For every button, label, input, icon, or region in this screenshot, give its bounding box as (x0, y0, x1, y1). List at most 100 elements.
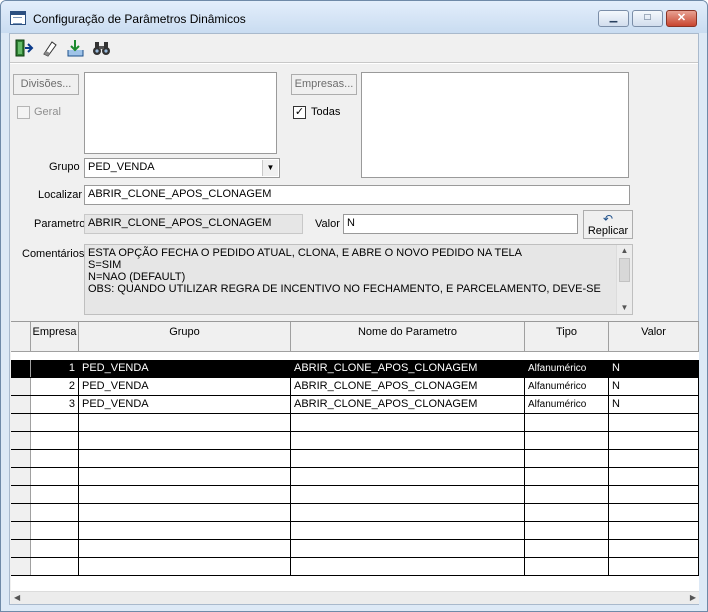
table-cell[interactable] (609, 540, 699, 557)
table-cell[interactable] (79, 522, 291, 539)
valor-input[interactable]: N (343, 214, 578, 234)
search-button[interactable] (90, 37, 113, 59)
table-cell[interactable] (79, 450, 291, 467)
empresas-button[interactable]: Empresas... (291, 74, 357, 95)
table-cell[interactable] (31, 414, 79, 431)
localizar-input[interactable]: ABRIR_CLONE_APOS_CLONAGEM (84, 185, 630, 205)
table-cell[interactable]: ABRIR_CLONE_APOS_CLONAGEM (291, 378, 525, 395)
scroll-up-icon[interactable]: ▲ (617, 245, 632, 257)
table-cell[interactable] (609, 450, 699, 467)
table-cell[interactable]: Alfanumérico (525, 360, 609, 377)
table-row-empty[interactable] (11, 522, 699, 540)
table-cell[interactable] (609, 414, 699, 431)
column-header-grupo[interactable]: Grupo (79, 322, 291, 352)
table-cell[interactable] (31, 432, 79, 449)
table-cell[interactable] (525, 486, 609, 503)
comentarios-scrollbar[interactable]: ▲ ▼ (616, 245, 632, 314)
table-cell[interactable] (609, 504, 699, 521)
table-cell[interactable] (31, 450, 79, 467)
grid-horizontal-scrollbar[interactable]: ◀ ▶ (11, 591, 699, 604)
table-row[interactable]: 3 PED_VENDA ABRIR_CLONE_APOS_CLONAGEM Alfan… (11, 396, 699, 414)
table-row-empty[interactable] (11, 540, 699, 558)
todas-checkbox[interactable]: ✓ (293, 106, 306, 119)
minimize-button[interactable]: ▁ (598, 10, 629, 27)
table-cell[interactable] (525, 450, 609, 467)
table-cell[interactable]: PED_VENDA (79, 378, 291, 395)
chevron-down-icon[interactable]: ▼ (262, 160, 278, 176)
table-cell[interactable] (31, 468, 79, 485)
table-cell[interactable] (291, 432, 525, 449)
table-cell[interactable] (79, 468, 291, 485)
close-button[interactable]: ✕ (666, 10, 697, 27)
table-row-empty[interactable] (11, 414, 699, 432)
table-cell[interactable] (525, 504, 609, 521)
table-cell[interactable] (291, 540, 525, 557)
table-row[interactable]: 2 PED_VENDA ABRIR_CLONE_APOS_CLONAGEM Alfan… (11, 378, 699, 396)
divisoes-list[interactable] (84, 72, 277, 154)
table-cell[interactable] (79, 486, 291, 503)
table-row-empty[interactable] (11, 468, 699, 486)
column-header-nome-parametro[interactable]: Nome do Parametro (291, 322, 525, 352)
table-cell[interactable] (79, 540, 291, 557)
table-cell[interactable] (31, 486, 79, 503)
table-cell[interactable] (291, 468, 525, 485)
table-cell[interactable] (609, 486, 699, 503)
table-cell[interactable]: Alfanumérico (525, 378, 609, 395)
table-cell[interactable] (31, 504, 79, 521)
table-cell[interactable] (31, 540, 79, 557)
table-cell[interactable] (609, 522, 699, 539)
table-cell[interactable] (525, 432, 609, 449)
table-cell[interactable]: N (609, 396, 699, 413)
table-cell[interactable] (291, 486, 525, 503)
table-cell[interactable] (79, 504, 291, 521)
save-button[interactable] (64, 37, 87, 59)
table-row-empty[interactable] (11, 450, 699, 468)
scroll-down-icon[interactable]: ▼ (617, 302, 632, 314)
table-row-empty[interactable] (11, 558, 699, 576)
table-cell[interactable] (525, 558, 609, 575)
table-cell[interactable] (79, 558, 291, 575)
table-cell[interactable]: PED_VENDA (79, 360, 291, 377)
scroll-thumb[interactable] (619, 258, 630, 282)
clear-button[interactable] (38, 37, 61, 59)
empresas-list[interactable] (361, 72, 629, 178)
table-cell[interactable]: ABRIR_CLONE_APOS_CLONAGEM (291, 360, 525, 377)
column-header-tipo[interactable]: Tipo (525, 322, 609, 352)
scroll-right-icon[interactable]: ▶ (690, 592, 696, 604)
scroll-left-icon[interactable]: ◀ (14, 592, 20, 604)
maximize-button[interactable]: □ (632, 10, 663, 27)
column-header-valor[interactable]: Valor (609, 322, 699, 352)
table-cell[interactable] (291, 558, 525, 575)
table-cell[interactable] (525, 522, 609, 539)
table-cell[interactable]: N (609, 378, 699, 395)
table-cell[interactable] (291, 414, 525, 431)
replicar-button[interactable]: ↶ Replicar (583, 210, 633, 239)
title-bar[interactable]: Configuração de Parâmetros Dinâmicos ▁ □… (1, 1, 707, 33)
table-cell[interactable]: 1 (31, 360, 79, 377)
table-cell[interactable] (525, 468, 609, 485)
table-cell[interactable] (79, 432, 291, 449)
table-cell[interactable] (525, 414, 609, 431)
table-row-empty[interactable] (11, 504, 699, 522)
table-row-empty[interactable] (11, 432, 699, 450)
table-cell[interactable]: ABRIR_CLONE_APOS_CLONAGEM (291, 396, 525, 413)
table-cell[interactable] (291, 450, 525, 467)
table-cell[interactable] (31, 558, 79, 575)
table-cell[interactable] (31, 522, 79, 539)
table-cell[interactable] (291, 522, 525, 539)
table-cell[interactable]: Alfanumérico (525, 396, 609, 413)
table-cell[interactable]: 2 (31, 378, 79, 395)
table-cell[interactable]: 3 (31, 396, 79, 413)
table-cell[interactable] (79, 414, 291, 431)
grupo-combo[interactable]: PED_VENDA ▼ (84, 158, 280, 178)
geral-checkbox[interactable] (17, 106, 30, 119)
table-row-empty[interactable] (11, 486, 699, 504)
table-row[interactable]: 1 PED_VENDA ABRIR_CLONE_APOS_CLONAGEM Alfan… (11, 360, 699, 378)
exit-button[interactable] (12, 37, 35, 59)
table-cell[interactable] (609, 432, 699, 449)
table-cell[interactable] (291, 504, 525, 521)
table-cell[interactable]: PED_VENDA (79, 396, 291, 413)
table-cell[interactable] (609, 468, 699, 485)
table-cell[interactable] (609, 558, 699, 575)
column-header-empresa[interactable]: Empresa (31, 322, 79, 352)
